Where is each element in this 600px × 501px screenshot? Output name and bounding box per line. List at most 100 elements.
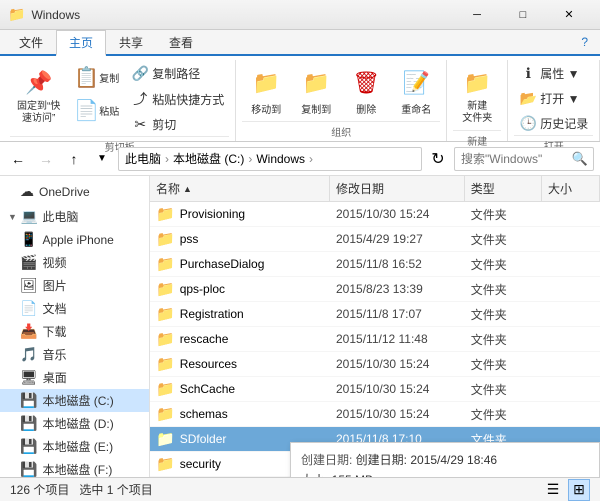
breadcrumb-thispc[interactable]: 此电脑 (125, 150, 161, 167)
drive-c-icon: 💾 (20, 392, 37, 409)
sidebar-item-onedrive[interactable]: ☁ OneDrive (0, 180, 149, 203)
file-row[interactable]: 📁qps-ploc 2015/8/23 13:39 文件夹 (150, 277, 600, 302)
pictures-icon: 🖼 (20, 277, 38, 294)
history-button[interactable]: 🕒 历史记录 (514, 112, 593, 135)
file-row[interactable]: 📁pss 2015/4/29 19:27 文件夹 (150, 227, 600, 252)
main-layout: ☁ OneDrive ▼ 💻 此电脑 📱 Apple iPhone 🎬 视频 🖼… (0, 176, 600, 477)
col-header-type[interactable]: 类型 (465, 176, 542, 201)
sidebar-item-thispc[interactable]: ▼ 💻 此电脑 (0, 205, 149, 228)
props-button[interactable]: ℹ 属性 ▼ (514, 62, 593, 85)
file-row[interactable]: 📁SchCache 2015/10/30 15:24 文件夹 (150, 377, 600, 402)
maximize-button[interactable]: □ (500, 0, 546, 30)
tab-file[interactable]: 文件 (6, 30, 56, 54)
cut-button[interactable]: ✂ 剪切 (126, 113, 229, 136)
file-row[interactable]: 📁Resources 2015/10/30 15:24 文件夹 (150, 352, 600, 377)
col-header-name[interactable]: 名称 ▲ (150, 176, 330, 201)
moveto-button[interactable]: 📁 移动到 (242, 62, 290, 121)
window-title: Windows (31, 8, 454, 22)
documents-icon: 📄 (20, 300, 37, 317)
open-buttons: ℹ 属性 ▼ 📂 打开 ▼ 🕒 历史记录 (514, 62, 593, 135)
sidebar-item-pictures[interactable]: 🖼 图片 (0, 274, 149, 297)
sidebar-item-iphone[interactable]: 📱 Apple iPhone (0, 228, 149, 251)
folder-icon: 📁 (156, 330, 175, 348)
minimize-button[interactable]: ─ (454, 0, 500, 30)
file-row[interactable]: 📁rescache 2015/11/12 11:48 文件夹 (150, 327, 600, 352)
pin-icon: 📌 (23, 67, 55, 99)
organize-buttons: 📁 移动到 📁 复制到 🗑 删除 📝 重命名 (242, 62, 440, 121)
ribbon-tabs: 文件 主页 共享 查看 ? (0, 30, 600, 56)
help-icon[interactable]: ? (581, 35, 588, 49)
ribbon: 📌 固定到“快速访问” 📋 复制 📄 粘贴 🔗 复制路径 (0, 56, 600, 142)
file-row[interactable]: 📁Registration 2015/11/8 17:07 文件夹 (150, 302, 600, 327)
organize-label: 组织 (242, 121, 440, 139)
open-button[interactable]: 📂 打开 ▼ (514, 87, 593, 110)
rename-button[interactable]: 📝 重命名 (392, 62, 440, 121)
desktop-icon: 🖥 (20, 369, 38, 386)
open-icon: 📂 (519, 90, 537, 107)
cut-icon: ✂ (131, 116, 149, 133)
sidebar-item-c[interactable]: 💾 本地磁盘 (C:) (0, 389, 149, 412)
onedrive-label: OneDrive (39, 185, 90, 199)
address-area: ← → ↑ ▼ 此电脑 › 本地磁盘 (C:) › Windows › ↻ 🔍 (0, 142, 600, 176)
props-icon: ℹ (519, 65, 537, 82)
sidebar-item-desktop[interactable]: 🖥 桌面 (0, 366, 149, 389)
thispc-arrow: ▼ (8, 212, 17, 222)
col-header-date[interactable]: 修改日期 (330, 176, 465, 201)
copypath-button[interactable]: 🔗 复制路径 (126, 62, 229, 85)
tab-home[interactable]: 主页 (56, 30, 106, 56)
address-bar[interactable]: 此电脑 › 本地磁盘 (C:) › Windows › (118, 147, 422, 171)
search-input[interactable] (454, 147, 594, 171)
copy-button[interactable]: 📋 复制 (69, 62, 124, 93)
sidebar-item-downloads[interactable]: 📥 下载 (0, 320, 149, 343)
folder-icon: 📁 (156, 305, 175, 323)
window-icon: 📁 (8, 6, 25, 23)
close-button[interactable]: ✕ (546, 0, 592, 30)
refresh-button[interactable]: ↻ (426, 147, 450, 171)
sidebar-item-f[interactable]: 💾 本地磁盘 (F:) (0, 458, 149, 477)
col-header-size[interactable]: 大小 (542, 176, 600, 201)
breadcrumb-c[interactable]: 本地磁盘 (C:) (173, 150, 244, 167)
sidebar-item-d[interactable]: 💾 本地磁盘 (D:) (0, 412, 149, 435)
copy-icon: 📋 (74, 65, 99, 90)
file-row-security[interactable]: 📁security 2015/10/31 0:13 文件夹 创建日期: 创建日期… (150, 452, 600, 477)
view-controls: ☰ ⊞ (542, 479, 590, 501)
shortcut-button[interactable]: ⤴ 粘贴快捷方式 (126, 86, 229, 112)
drive-f-icon: 💾 (20, 461, 37, 477)
tab-share[interactable]: 共享 (106, 30, 156, 54)
moveto-icon: 📁 (250, 67, 282, 99)
view-details-button[interactable]: ☰ (542, 479, 564, 501)
file-list: 📁Provisioning 2015/10/30 15:24 文件夹 📁pss … (150, 202, 600, 477)
forward-button[interactable]: → (34, 147, 58, 171)
pin-button[interactable]: 📌 固定到“快速访问” (10, 62, 67, 130)
delete-button[interactable]: 🗑 删除 (342, 62, 390, 121)
file-row[interactable]: 📁schemas 2015/10/30 15:24 文件夹 (150, 402, 600, 427)
music-icon: 🎵 (20, 346, 37, 363)
newfolder-button[interactable]: 📁 新建文件夹 (453, 62, 501, 130)
ribbon-group-clipboard: 📌 固定到“快速访问” 📋 复制 📄 粘贴 🔗 复制路径 (4, 60, 236, 141)
sidebar-item-videos[interactable]: 🎬 视频 (0, 251, 149, 274)
file-row[interactable]: 📁PurchaseDialog 2015/11/8 16:52 文件夹 (150, 252, 600, 277)
copyto-button[interactable]: 📁 复制到 (292, 62, 340, 121)
file-row-sdfolder[interactable]: 📁SDfolder 2015/11/8 17:10 文件夹 (150, 427, 600, 452)
back-button[interactable]: ← (6, 147, 30, 171)
folder-icon: 📁 (156, 205, 175, 223)
sidebar-item-e[interactable]: 💾 本地磁盘 (E:) (0, 435, 149, 458)
sidebar-section-thispc: ▼ 💻 此电脑 📱 Apple iPhone 🎬 视频 🖼 图片 📄 文档 (0, 205, 149, 477)
recent-button[interactable]: ▼ (90, 147, 114, 171)
breadcrumb-windows[interactable]: Windows (256, 152, 305, 166)
folder-icon: 📁 (156, 280, 175, 298)
file-list-header: 名称 ▲ 修改日期 类型 大小 (150, 176, 600, 202)
view-large-button[interactable]: ⊞ (568, 479, 590, 501)
up-button[interactable]: ↑ (62, 147, 86, 171)
file-row[interactable]: 📁Provisioning 2015/10/30 15:24 文件夹 (150, 202, 600, 227)
paste-icon: 📄 (74, 98, 99, 123)
thispc-icon: 💻 (21, 208, 38, 225)
sort-arrow-icon: ▲ (183, 184, 192, 194)
folder-icon: 📁 (156, 380, 175, 398)
sidebar-item-music[interactable]: 🎵 音乐 (0, 343, 149, 366)
copyto-icon: 📁 (300, 67, 332, 99)
paste-button[interactable]: 📄 粘贴 (69, 95, 124, 126)
sidebar-item-documents[interactable]: 📄 文档 (0, 297, 149, 320)
tab-view[interactable]: 查看 (156, 30, 206, 54)
sidebar-section-onedrive: ☁ OneDrive (0, 180, 149, 203)
